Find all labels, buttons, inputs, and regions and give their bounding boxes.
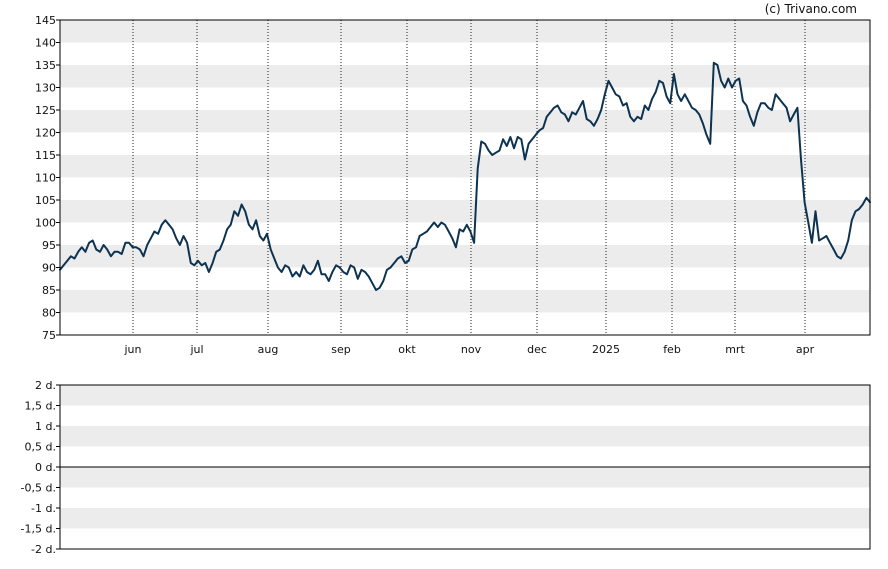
lower-y-tick-label: -0,5 d. [21,482,56,495]
y-tick-label: 80 [42,307,56,320]
y-tick-label: 140 [35,37,56,50]
x-tick-label: sep [331,343,350,356]
lower-grid-band [60,426,870,447]
x-tick-label: jul [189,343,203,356]
lower-y-tick-label: -2 d. [31,543,56,556]
y-tick-label: 105 [35,194,56,207]
x-tick-label: 2025 [592,343,620,356]
price-grid-band [60,200,870,223]
lower-grid-band [60,385,870,406]
x-tick-label: dec [527,343,547,356]
y-tick-label: 110 [35,172,56,185]
x-tick-label: jun [124,343,142,356]
y-tick-label: 115 [35,149,56,162]
y-tick-label: 130 [35,82,56,95]
lower-y-tick-label: 1 d. [35,420,56,433]
chart-svg: jun jul aug sep okt nov dec 2025 feb mrt apr 75 80 85… [21,2,871,556]
lower-y-tick-label: 0 d. [35,461,56,474]
y-tick-label: 135 [35,59,56,72]
lower-y-tick-label: -1,5 d. [21,523,56,536]
lower-y-tick-label: -1 d. [31,502,56,515]
y-tick-label: 125 [35,104,56,117]
y-tick-label: 100 [35,217,56,230]
y-tick-label: 75 [42,329,56,342]
credit-text: (c) Trivano.com [765,2,857,16]
stock-chart: jun jul aug sep okt nov dec 2025 feb mrt apr 75 80 85… [0,0,888,565]
price-grid-band [60,155,870,178]
price-grid-band [60,20,870,43]
lower-y-tick-label: 0,5 d. [25,441,56,454]
x-tick-label: aug [258,343,279,356]
x-tick-label: nov [461,343,482,356]
y-tick-label: 120 [35,127,56,140]
y-tick-label: 90 [42,262,56,275]
x-tick-label: feb [663,343,681,356]
x-tick-label: mrt [725,343,745,356]
y-tick-label: 85 [42,284,56,297]
price-grid-band [60,290,870,313]
lower-grid-band [60,467,870,488]
x-tick-label: okt [398,343,416,356]
x-tick-label: apr [796,343,815,356]
y-tick-label: 95 [42,239,56,252]
price-grid-band [60,65,870,88]
lower-y-tick-label: 1,5 d. [25,400,56,413]
y-tick-label: 145 [35,14,56,27]
price-grid-band [60,245,870,268]
lower-grid-band [60,508,870,529]
lower-y-tick-label: 2 d. [35,379,56,392]
